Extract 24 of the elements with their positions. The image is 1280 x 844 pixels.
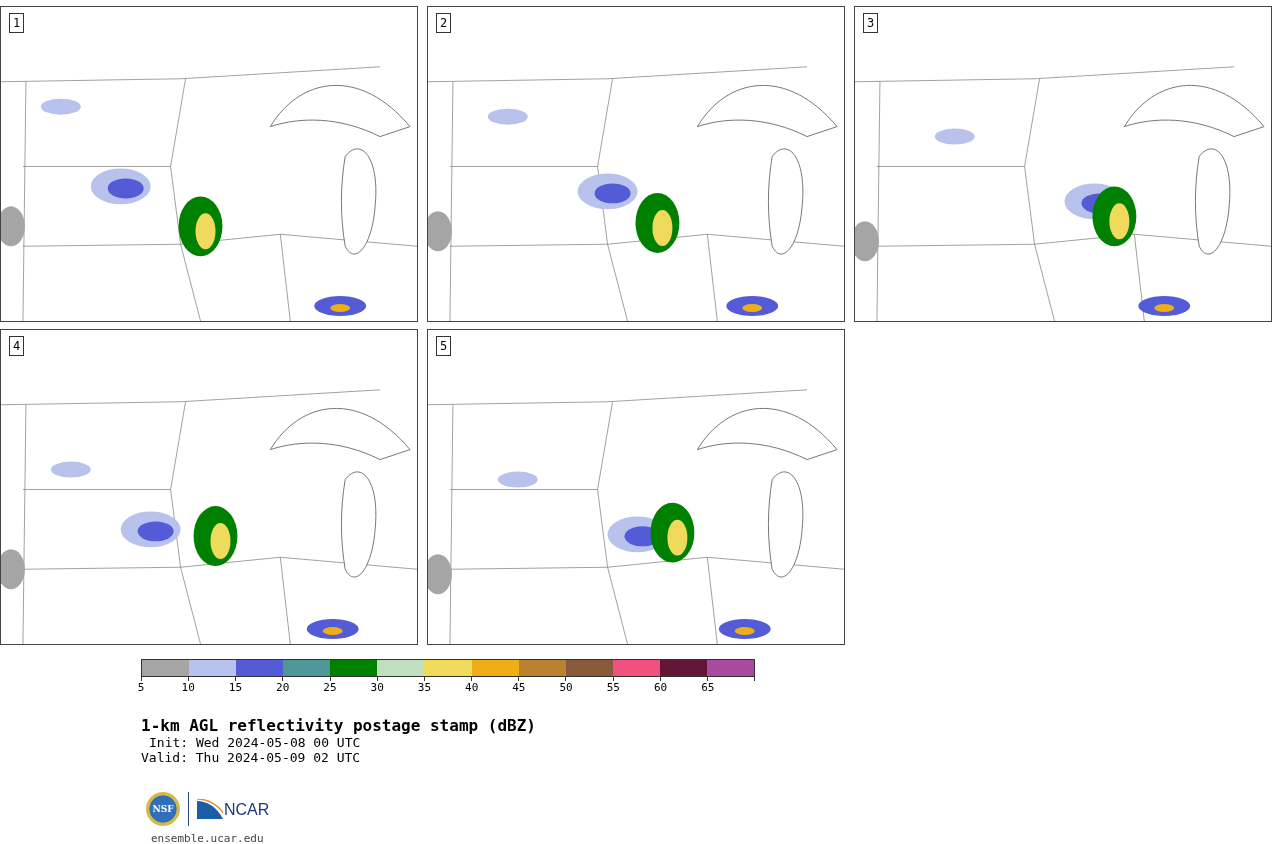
panel-number: 4 (9, 336, 25, 356)
valid-time: Valid: Thu 2024-05-09 02 UTC (141, 750, 362, 765)
panel-number: 2 (436, 13, 452, 33)
tick-label: 40 (465, 681, 479, 694)
tick-label: 60 (653, 681, 668, 694)
tick-label: 25 (323, 681, 337, 694)
panel-number: 3 (863, 13, 879, 33)
tick-label: 30 (370, 681, 384, 694)
tick-label: 5 (137, 681, 145, 694)
tick-label: 55 (606, 681, 620, 694)
tick-label: 10 (181, 681, 195, 694)
panel-number: 1 (9, 13, 25, 33)
tick-label: 20 (276, 681, 290, 694)
tick-label: 65 (701, 681, 715, 694)
panel-number: 5 (436, 336, 452, 356)
globe-logo: NSF (146, 792, 180, 826)
tick-label: 45 (512, 681, 526, 694)
tick-label: 15 (228, 681, 243, 694)
tick-label: 35 (417, 681, 432, 694)
chart-title: 1-km AGL reflectivity postage stamp (dBZ) (141, 717, 537, 735)
website-link[interactable]: ensemble.ucar.edu (151, 832, 1280, 844)
wordmark-logo: NCAR (197, 799, 270, 819)
tick-label: 50 (559, 681, 573, 694)
init-time: Init: Wed 2024-05-08 00 UTC (148, 735, 362, 750)
